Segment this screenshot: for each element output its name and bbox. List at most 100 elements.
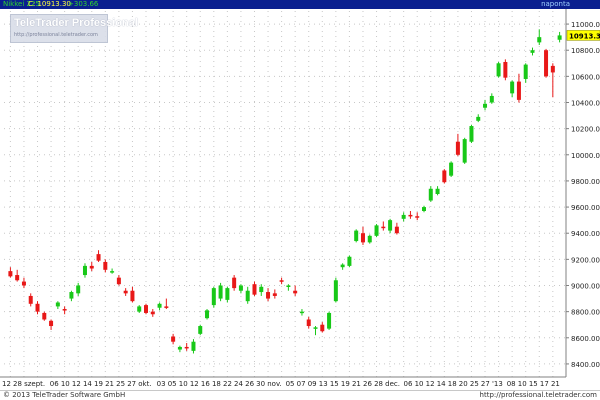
- candle-up: [82, 265, 87, 276]
- x-tick-label: 05: [286, 380, 295, 388]
- x-tick-label: 13: [319, 380, 328, 388]
- candle-up: [327, 312, 332, 329]
- x-tick-label: 30: [256, 380, 265, 388]
- candle-up: [530, 50, 535, 53]
- candle-up: [211, 288, 216, 306]
- x-tick-label: 22: [223, 380, 232, 388]
- y-tick-label: 8600.00: [571, 335, 600, 343]
- candle-up: [469, 126, 474, 142]
- candle-up: [347, 256, 352, 266]
- candle-up: [489, 95, 494, 103]
- x-tick-label: 10: [518, 380, 527, 388]
- candle-up: [245, 290, 250, 302]
- candle-wicks: [9, 29, 561, 354]
- candle-up: [137, 306, 142, 312]
- y-tick-label: 10600.00: [571, 73, 600, 81]
- x-tick-label: 19: [94, 380, 103, 388]
- x-tick-label: 21: [352, 380, 361, 388]
- candle-up: [523, 64, 528, 79]
- x-tick-label: 12: [426, 380, 435, 388]
- x-tick-label: 15: [330, 380, 339, 388]
- candle-down: [272, 293, 277, 296]
- x-tick-label: 24: [234, 380, 243, 388]
- candlestick-chart[interactable]: 8400.00 8600.00 8800.00 9000.00 9200.00 9400.…: [0, 9, 600, 390]
- candle-up: [76, 285, 81, 294]
- candle-down: [544, 50, 549, 77]
- x-tick-label: 08: [507, 380, 516, 388]
- candle-up: [340, 264, 345, 268]
- candle-up: [422, 207, 426, 211]
- x-tick-label: 05: [168, 380, 177, 388]
- x-tick-label: 06: [50, 380, 59, 388]
- x-tick-label: 12: [190, 380, 199, 388]
- candle-up: [388, 220, 393, 231]
- x-tick-label: 19: [341, 380, 350, 388]
- y-tick-label: 9800.00: [571, 178, 600, 186]
- y-tick-label: 9400.00: [571, 230, 600, 238]
- x-tick-label: 07: [297, 380, 306, 388]
- y-tick-label: 9000.00: [571, 283, 600, 291]
- y-tick-label: 8800.00: [571, 309, 600, 317]
- candle-up: [557, 35, 562, 40]
- x-tick-label: 21: [551, 380, 560, 388]
- footer-url[interactable]: http://professional.teletrader.com: [480, 391, 597, 400]
- candle-up: [462, 139, 467, 163]
- x-tick-label: 26: [363, 380, 372, 388]
- y-tick-label: 9600.00: [571, 204, 600, 212]
- candle-up: [259, 286, 264, 293]
- x-tick-label: nov.: [267, 380, 282, 388]
- candle-down: [184, 346, 189, 349]
- candle-down: [279, 280, 284, 282]
- x-tick-label: 18: [212, 380, 221, 388]
- candle-up: [537, 37, 542, 43]
- candle-up: [476, 116, 481, 121]
- x-tick-label: 27: [127, 380, 136, 388]
- candle-up: [238, 285, 243, 291]
- candle-down: [408, 214, 413, 217]
- x-tick-label: 25: [470, 380, 479, 388]
- x-tick-label: '13: [492, 380, 503, 388]
- x-tick-label: 27: [481, 380, 490, 388]
- candle-down: [116, 277, 121, 285]
- candle-up: [55, 302, 60, 307]
- candle-down: [89, 265, 94, 269]
- y-tick-label: 11000.00: [571, 21, 600, 29]
- period-label[interactable]: naponta: [541, 0, 570, 9]
- x-tick-label: 16: [201, 380, 210, 388]
- last-price-label: 10913.30: [569, 32, 600, 40]
- candle-up: [205, 310, 210, 319]
- candle-down: [360, 233, 365, 243]
- x-tick-label: 25: [116, 380, 125, 388]
- candle-down: [15, 275, 20, 281]
- x-tick-label: okt.: [138, 380, 151, 388]
- candle-down: [49, 320, 54, 327]
- candle-up: [191, 341, 196, 351]
- x-tick-label: 10: [61, 380, 70, 388]
- footer: © 2013 TeleTrader Software GmbH http://p…: [0, 390, 600, 400]
- x-axis: 12 28 szept. 06 10 12 14 19 21 25 27 okt. 03 05 10 12 16…: [0, 376, 566, 388]
- candle-down: [42, 312, 47, 320]
- candle-up: [299, 311, 304, 314]
- change-value: +303.66: [68, 0, 99, 8]
- x-tick-label: 21: [105, 380, 114, 388]
- candle-down: [96, 254, 101, 261]
- x-tick-label: 15: [529, 380, 538, 388]
- candle-down: [394, 226, 399, 234]
- candle-down: [8, 271, 13, 277]
- candle-up: [333, 280, 338, 302]
- candle-up: [510, 81, 515, 94]
- y-tick-label: 8400.00: [571, 361, 600, 369]
- candle-down: [62, 309, 67, 311]
- grid: [4, 11, 566, 377]
- candle-down: [306, 319, 311, 327]
- y-tick-label: 10800.00: [571, 47, 600, 55]
- candle-up: [286, 285, 291, 287]
- x-tick-label: 12: [2, 380, 11, 388]
- candle-down: [164, 306, 169, 308]
- candle-down: [21, 281, 26, 286]
- candle-down: [293, 290, 298, 294]
- x-tick-label: 18: [448, 380, 457, 388]
- x-tick-label: 10: [179, 380, 188, 388]
- candle-up: [449, 162, 454, 176]
- candle-down: [35, 303, 40, 312]
